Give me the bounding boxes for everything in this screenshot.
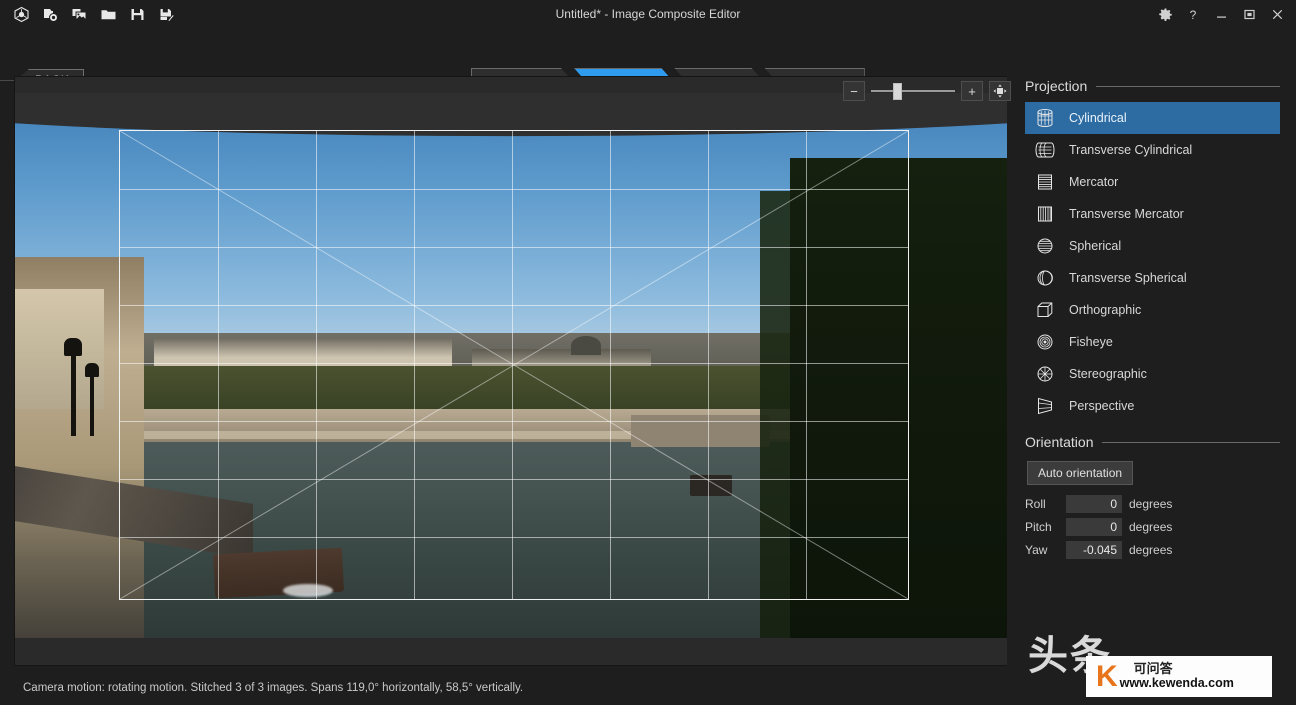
projection-label: Fisheye	[1069, 335, 1113, 349]
projection-label: Spherical	[1069, 239, 1122, 253]
roll-unit: degrees	[1129, 497, 1173, 511]
yaw-label: Yaw	[1025, 543, 1048, 557]
open-icon[interactable]	[95, 3, 121, 27]
yaw-unit: degrees	[1129, 543, 1173, 557]
projection-item-transverse-mercator[interactable]: Transverse Mercator	[1025, 198, 1280, 230]
projection-title: Projection	[1025, 78, 1088, 94]
perspective-icon	[1034, 395, 1056, 417]
projection-label: Stereographic	[1069, 367, 1147, 381]
projection-item-mercator[interactable]: Mercator	[1025, 166, 1280, 198]
projection-item-cylindrical[interactable]: Cylindrical	[1025, 102, 1280, 134]
zoom-slider[interactable]	[871, 81, 955, 101]
roll-field-row: Roll 0 degrees	[1025, 495, 1280, 513]
pitch-field-row: Pitch 0 degrees	[1025, 518, 1280, 536]
transverse-mercator-icon	[1034, 203, 1056, 225]
projection-label: Transverse Spherical	[1069, 271, 1187, 285]
app-logo-icon[interactable]	[8, 3, 34, 27]
projection-header-rule	[1096, 85, 1280, 87]
fit-to-window-button[interactable]	[989, 81, 1011, 101]
roll-label: Roll	[1025, 497, 1046, 511]
spherical-icon	[1034, 235, 1056, 257]
orientation-section: Orientation Auto orientation Roll 0 degr…	[1025, 434, 1280, 559]
orientation-title: Orientation	[1025, 434, 1094, 450]
save-as-icon[interactable]	[153, 3, 179, 27]
orientation-header-rule	[1102, 441, 1280, 443]
yaw-input[interactable]: -0.045	[1066, 541, 1122, 559]
yaw-field-row: Yaw -0.045 degrees	[1025, 541, 1280, 559]
projection-label: Mercator	[1069, 175, 1119, 189]
projection-item-fisheye[interactable]: Fisheye	[1025, 326, 1280, 358]
wizard-step-bar: BACK 1 IMPORT 2 STITCH 3 CROP 4 EXPORT N…	[0, 29, 1296, 93]
pitch-input[interactable]: 0	[1066, 518, 1122, 536]
orientation-section-header: Orientation	[1025, 434, 1280, 450]
projection-label: Transverse Mercator	[1069, 207, 1184, 221]
main-area: − + Camera motion: rotating motion. Stit…	[0, 68, 1296, 705]
zoom-controls: − +	[843, 81, 1011, 101]
projection-label: Transverse Cylindrical	[1069, 143, 1193, 157]
pitch-label: Pitch	[1025, 520, 1052, 534]
orthographic-icon	[1034, 299, 1056, 321]
window-title: Untitled* - Image Composite Editor	[555, 7, 741, 21]
projection-label: Perspective	[1069, 399, 1135, 413]
projection-item-orthographic[interactable]: Orthographic	[1025, 294, 1280, 326]
save-icon[interactable]	[124, 3, 150, 27]
zoom-slider-track	[871, 90, 955, 92]
projection-item-transverse-cylindrical[interactable]: Transverse Cylindrical	[1025, 134, 1280, 166]
right-panel: Projection Cylindrical Transverse Cylind…	[1007, 68, 1296, 705]
fisheye-icon	[1034, 331, 1056, 353]
projection-label: Cylindrical	[1069, 111, 1127, 125]
new-from-images-icon[interactable]	[66, 3, 92, 27]
panorama-preview-image	[15, 93, 1008, 638]
transverse-cylindrical-icon	[1034, 139, 1056, 161]
zoom-in-button[interactable]: +	[961, 81, 983, 101]
roll-input[interactable]: 0	[1066, 495, 1122, 513]
projection-label: Orthographic	[1069, 303, 1142, 317]
new-from-video-icon[interactable]	[37, 3, 63, 27]
help-icon[interactable]: ?	[1180, 2, 1206, 28]
image-composite-editor-window: Untitled* - Image Composite Editor ? − +…	[0, 0, 1296, 705]
cylindrical-icon	[1034, 107, 1056, 129]
projection-section-header: Projection	[1025, 78, 1280, 94]
projection-item-transverse-spherical[interactable]: Transverse Spherical	[1025, 262, 1280, 294]
status-bar: Camera motion: rotating motion. Stitched…	[14, 671, 1021, 705]
pitch-unit: degrees	[1129, 520, 1173, 534]
mercator-icon	[1034, 171, 1056, 193]
zoom-slider-handle[interactable]	[893, 83, 902, 100]
transverse-spherical-icon	[1034, 267, 1056, 289]
status-text: Camera motion: rotating motion. Stitched…	[23, 682, 524, 694]
window-controls: ?	[1152, 2, 1296, 28]
projection-list: Cylindrical Transverse Cylindrical Merca…	[1025, 102, 1280, 422]
minimize-button[interactable]	[1208, 2, 1234, 28]
panorama-canvas[interactable]: − +	[14, 76, 1021, 666]
zoom-out-button[interactable]: −	[843, 81, 865, 101]
toolbar	[0, 3, 179, 27]
settings-icon[interactable]	[1152, 2, 1178, 28]
maximize-button[interactable]	[1236, 2, 1262, 28]
projection-item-spherical[interactable]: Spherical	[1025, 230, 1280, 262]
title-bar: Untitled* - Image Composite Editor ?	[0, 0, 1296, 29]
auto-orientation-button[interactable]: Auto orientation	[1027, 461, 1134, 485]
stereographic-icon	[1034, 363, 1056, 385]
projection-item-perspective[interactable]: Perspective	[1025, 390, 1280, 422]
projection-item-stereographic[interactable]: Stereographic	[1025, 358, 1280, 390]
close-button[interactable]	[1264, 2, 1290, 28]
